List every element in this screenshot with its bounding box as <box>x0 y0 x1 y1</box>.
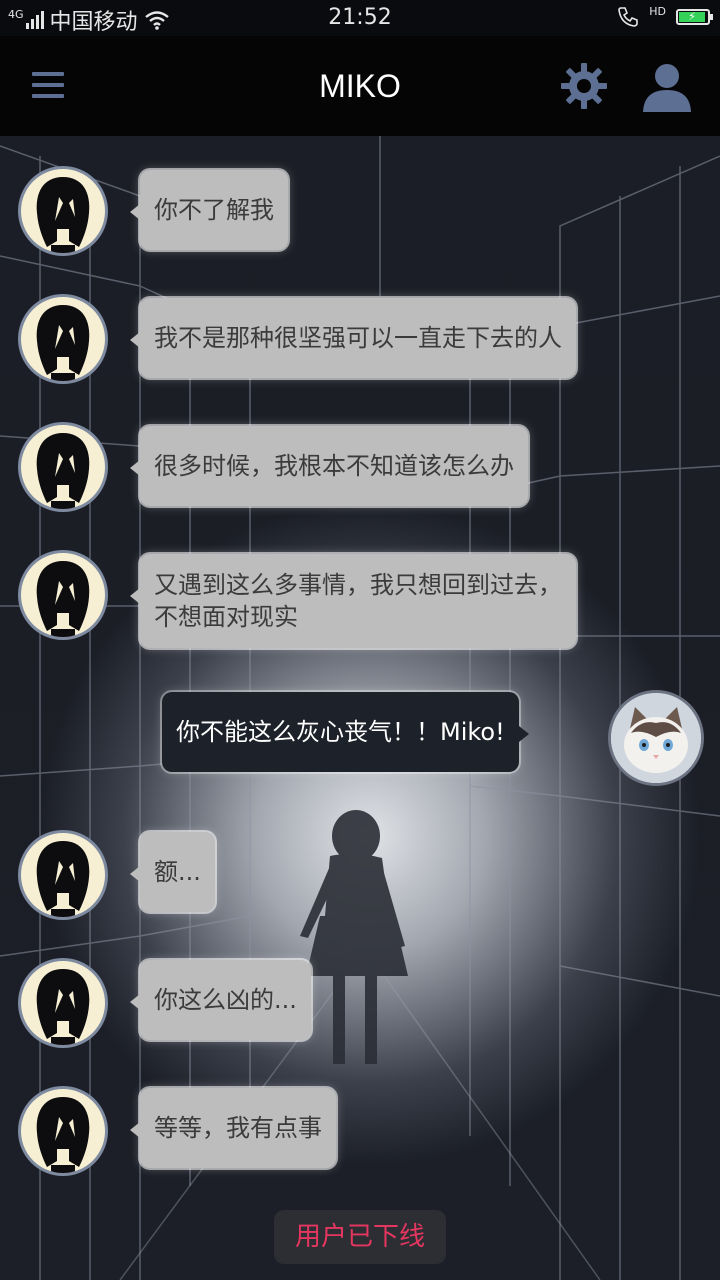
message-row: 等等，我有点事 <box>0 1056 720 1176</box>
message-bubble-incoming[interactable]: 我不是那种很坚强可以一直走下去的人 <box>130 298 576 378</box>
message-text: 额... <box>154 858 201 886</box>
message-row: 你不能这么灰心丧气！！Miko! <box>0 660 720 800</box>
message-text: 你不能这么灰心丧气！！Miko! <box>176 718 505 746</box>
offline-notice: 用户已下线 <box>274 1210 446 1264</box>
message-row: 又遇到这么多事情，我只想回到过去， 不想面对现实 <box>0 520 720 660</box>
status-right: HD ⚡ <box>617 4 713 28</box>
miko-avatar[interactable] <box>18 166 108 256</box>
message-bubble-incoming[interactable]: 你不了解我 <box>130 170 288 250</box>
miko-avatar[interactable] <box>18 1086 108 1176</box>
message-text: 等等，我有点事 <box>154 1114 322 1142</box>
message-list[interactable]: 你不了解我 我不是那种很坚强可以一直走下去的人 很多时候，我根本不知道该怎么办 <box>0 136 720 1280</box>
miko-avatar[interactable] <box>18 958 108 1048</box>
user-cat-avatar[interactable] <box>608 690 704 786</box>
miko-avatar[interactable] <box>18 422 108 512</box>
message-row: 你这么凶的... <box>0 928 720 1048</box>
message-text: 我不是那种很坚强可以一直走下去的人 <box>154 324 562 352</box>
user-icon[interactable] <box>640 62 694 112</box>
message-text: 你不了解我 <box>154 196 274 224</box>
title-bar: MIKO <box>0 36 720 136</box>
message-bubble-incoming[interactable]: 很多时候，我根本不知道该怎么办 <box>130 426 528 506</box>
message-bubble-incoming[interactable]: 等等，我有点事 <box>130 1088 336 1168</box>
chat-screen: 4G 中国移动 21:52 HD ⚡ MIKO 你不了解我 我不是那种很坚强可以… <box>0 0 720 1280</box>
message-row: 额... <box>0 800 720 920</box>
message-bubble-incoming[interactable]: 又遇到这么多事情，我只想回到过去， 不想面对现实 <box>130 554 576 648</box>
message-text: 又遇到这么多事情，我只想回到过去， <box>154 571 562 599</box>
clock: 21:52 <box>328 5 392 30</box>
message-bubble-incoming[interactable]: 你这么凶的... <box>130 960 311 1040</box>
status-bar: 4G 中国移动 21:52 HD ⚡ <box>0 0 720 36</box>
miko-avatar[interactable] <box>18 550 108 640</box>
message-bubble-incoming[interactable]: 额... <box>130 832 215 912</box>
miko-avatar[interactable] <box>18 830 108 920</box>
message-row: 你不了解我 <box>0 136 720 256</box>
miko-avatar[interactable] <box>18 294 108 384</box>
battery-charging-icon: ⚡ <box>676 9 713 25</box>
call-icon <box>618 7 639 27</box>
message-text: 不想面对现实 <box>154 603 298 631</box>
page-title: MIKO <box>319 68 401 104</box>
message-row: 我不是那种很坚强可以一直走下去的人 <box>0 264 720 384</box>
message-text: 你这么凶的... <box>154 986 297 1014</box>
hd-badge: HD <box>649 4 666 18</box>
message-bubble-outgoing[interactable]: 你不能这么灰心丧气！！Miko! <box>162 692 529 772</box>
message-text: 很多时候，我根本不知道该怎么办 <box>154 452 514 480</box>
message-row: 很多时候，我根本不知道该怎么办 <box>0 392 720 512</box>
gear-icon[interactable] <box>560 62 608 110</box>
